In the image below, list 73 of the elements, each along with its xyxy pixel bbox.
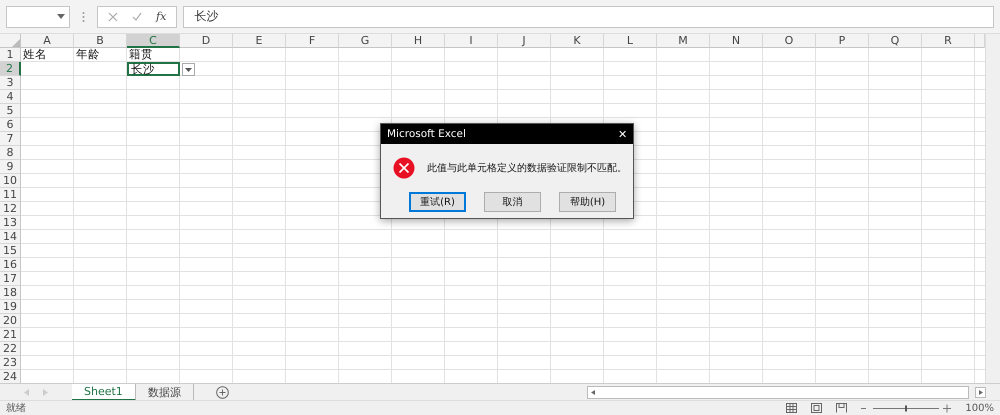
column-header[interactable]: E bbox=[233, 34, 286, 48]
cancel-icon[interactable] bbox=[108, 12, 118, 22]
page-break-icon[interactable] bbox=[836, 403, 848, 413]
name-box[interactable] bbox=[6, 6, 70, 28]
row-header[interactable]: 10 bbox=[0, 174, 21, 188]
row-header[interactable]: 3 bbox=[0, 76, 21, 90]
dialog-button[interactable]: 帮助(H) bbox=[559, 192, 616, 212]
dropdown-button[interactable] bbox=[182, 63, 195, 76]
column-header[interactable]: B bbox=[74, 34, 127, 48]
vertical-scrollbar[interactable] bbox=[985, 34, 1000, 383]
column-header[interactable]: K bbox=[551, 34, 604, 48]
insert-function-button[interactable]: fx bbox=[156, 10, 166, 23]
column-header[interactable]: J bbox=[498, 34, 551, 48]
row-header[interactable]: 16 bbox=[0, 258, 21, 272]
row-header[interactable]: 18 bbox=[0, 286, 21, 300]
column-header[interactable]: G bbox=[339, 34, 392, 48]
row-header[interactable]: 21 bbox=[0, 328, 21, 342]
sheet-tab[interactable]: Sheet1 bbox=[72, 384, 136, 401]
row-header[interactable]: 24 bbox=[0, 370, 21, 384]
column-header[interactable]: I bbox=[445, 34, 498, 48]
normal-view-icon[interactable] bbox=[786, 403, 798, 413]
row-header[interactable]: 5 bbox=[0, 104, 21, 118]
dialog-button[interactable]: 重试(R) bbox=[409, 192, 466, 212]
column-header[interactable]: N bbox=[710, 34, 763, 48]
row-header[interactable]: 8 bbox=[0, 146, 21, 160]
row-header[interactable]: 19 bbox=[0, 300, 21, 314]
page-layout-icon[interactable] bbox=[811, 403, 822, 413]
row-header[interactable]: 13 bbox=[0, 216, 21, 230]
column-header[interactable]: R bbox=[922, 34, 975, 48]
column-header[interactable]: F bbox=[286, 34, 339, 48]
table-cell[interactable]: 姓名 bbox=[21, 48, 74, 62]
dialog-message: 此值与此单元格定义的数据验证限制不匹配。 bbox=[427, 162, 627, 175]
column-header[interactable]: H bbox=[392, 34, 445, 48]
zoom-slider[interactable] bbox=[861, 404, 952, 412]
column-header[interactable]: O bbox=[763, 34, 816, 48]
dialog-title: Microsoft Excel bbox=[387, 128, 466, 140]
row-header[interactable]: 11 bbox=[0, 188, 21, 202]
row-header[interactable]: 20 bbox=[0, 314, 21, 328]
table-cell[interactable]: 籍贯 bbox=[127, 48, 180, 62]
column-header[interactable]: Q bbox=[869, 34, 922, 48]
row-header[interactable]: 4 bbox=[0, 90, 21, 104]
zoom-level: 100% bbox=[965, 402, 994, 414]
dialog-button[interactable]: 取消 bbox=[484, 192, 541, 212]
column-header[interactable]: M bbox=[657, 34, 710, 48]
row-header[interactable]: 1 bbox=[0, 48, 21, 62]
error-icon bbox=[393, 157, 415, 179]
formula-field[interactable]: 长沙 bbox=[183, 6, 994, 28]
column-header[interactable]: P bbox=[816, 34, 869, 48]
row-header[interactable]: 7 bbox=[0, 132, 21, 146]
close-button[interactable]: ✕ bbox=[618, 128, 627, 140]
table-cell[interactable]: 年龄 bbox=[74, 48, 127, 62]
row-header[interactable]: 22 bbox=[0, 342, 21, 356]
column-header[interactable]: A bbox=[21, 34, 74, 48]
column-header[interactable]: C bbox=[127, 34, 180, 48]
row-header[interactable]: 17 bbox=[0, 272, 21, 286]
row-header[interactable]: 2 bbox=[0, 62, 21, 76]
row-header[interactable]: 14 bbox=[0, 230, 21, 244]
row-header[interactable]: 23 bbox=[0, 356, 21, 370]
column-header[interactable]: D bbox=[180, 34, 233, 48]
scroll-right-icon[interactable] bbox=[975, 387, 986, 398]
add-sheet-icon[interactable] bbox=[216, 386, 229, 399]
caret-icon bbox=[185, 68, 192, 72]
row-header[interactable]: 9 bbox=[0, 160, 21, 174]
grip-icon bbox=[82, 10, 85, 22]
check-icon[interactable] bbox=[132, 12, 142, 22]
row-header[interactable]: 15 bbox=[0, 244, 21, 258]
horizontal-scrollbar[interactable] bbox=[587, 386, 969, 399]
column-header[interactable]: L bbox=[604, 34, 657, 48]
caret-icon bbox=[57, 14, 65, 19]
row-header[interactable]: 6 bbox=[0, 118, 21, 132]
column-header[interactable] bbox=[975, 34, 985, 48]
status-text: 就绪 bbox=[6, 402, 26, 415]
row-header[interactable]: 12 bbox=[0, 202, 21, 216]
